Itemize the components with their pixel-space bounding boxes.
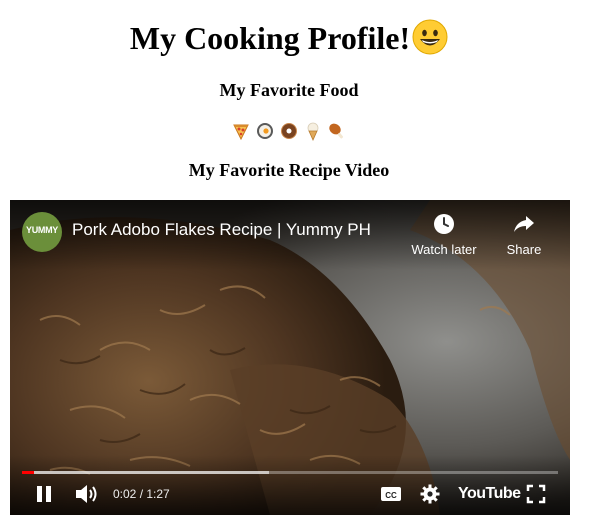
share-button[interactable]: Share [484, 212, 564, 257]
pause-icon[interactable] [34, 484, 54, 504]
fried-egg-icon [257, 123, 273, 139]
share-label: Share [506, 242, 542, 257]
video-player[interactable]: YUMMY Pork Adobo Flakes Recipe | Yummy P… [10, 200, 570, 515]
page-title-text: My Cooking Profile! [129, 20, 411, 56]
doughnut-icon [281, 123, 297, 139]
progress-played [22, 471, 35, 474]
video-title[interactable]: Pork Adobo Flakes Recipe | Yummy PH [72, 220, 371, 240]
settings-gear-icon[interactable] [420, 484, 440, 504]
watch-later-label: Watch later [411, 242, 477, 257]
progress-bar[interactable] [22, 471, 558, 474]
channel-logo-text: YUMMY [26, 225, 58, 235]
channel-avatar[interactable]: YUMMY [22, 212, 62, 252]
page-title: My Cooking Profile! [0, 18, 578, 58]
clock-icon [434, 214, 454, 234]
chicken-leg-icon [329, 123, 344, 139]
progress-buffered [22, 471, 269, 474]
time-display: 0:02 / 1:27 [113, 487, 170, 501]
svg-text:CC: CC [385, 491, 397, 500]
watch-later-button[interactable]: Watch later [404, 212, 484, 257]
pizza-icon [233, 124, 249, 141]
fullscreen-icon[interactable] [526, 484, 546, 504]
grinning-face-icon [412, 19, 448, 55]
ice-cream-icon [307, 122, 319, 141]
share-arrow-icon [514, 216, 534, 232]
captions-icon[interactable]: CC [380, 486, 402, 502]
favorite-food-emojis [0, 121, 578, 141]
volume-icon[interactable] [74, 483, 100, 505]
youtube-logo[interactable]: YouTube [458, 485, 521, 503]
favorite-video-heading: My Favorite Recipe Video [188, 160, 390, 180]
favorite-food-heading: My Favorite Food [219, 80, 359, 100]
